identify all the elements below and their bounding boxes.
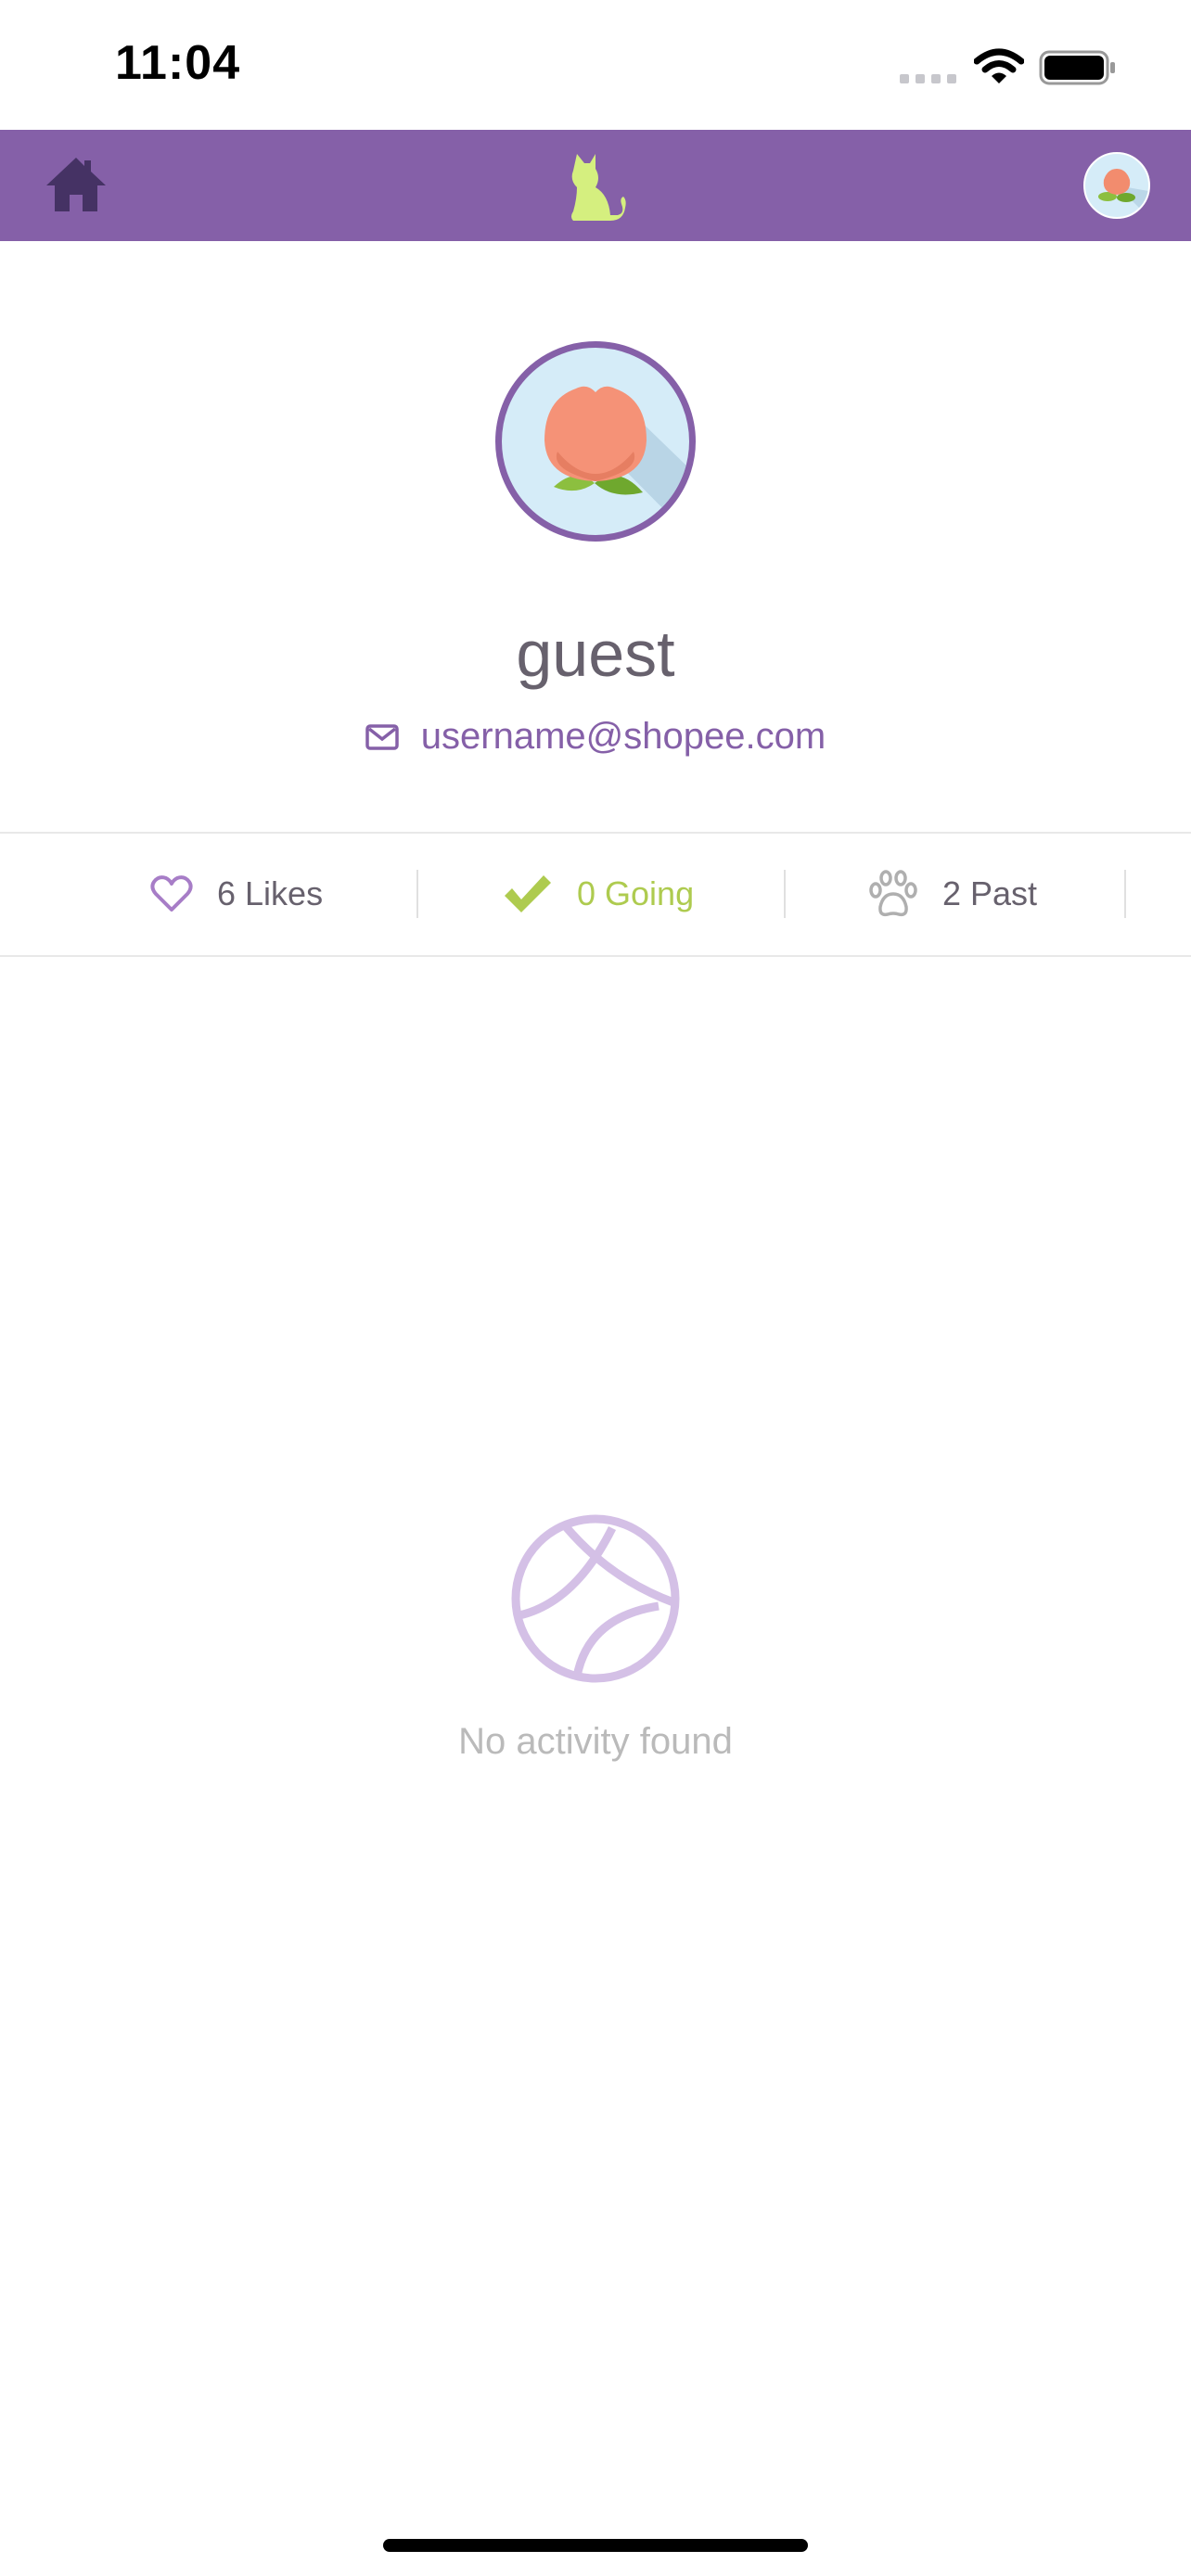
home-icon[interactable] (45, 156, 108, 213)
battery-icon (1039, 50, 1115, 85)
home-indicator[interactable] (383, 2539, 808, 2552)
paw-icon (869, 870, 917, 917)
user-avatar-button[interactable] (1083, 152, 1150, 219)
stats-divider-bottom (0, 955, 1191, 957)
profile-avatar[interactable] (495, 341, 696, 542)
likes-tab[interactable]: 6 Likes (150, 862, 323, 925)
ball-icon (511, 1514, 680, 1683)
signal-icon (900, 74, 956, 83)
profile-name: guest (516, 618, 675, 690)
stats-separator (416, 870, 418, 918)
going-label: 0 Going (577, 874, 695, 912)
mail-icon (365, 723, 399, 750)
stats-divider-top (0, 832, 1191, 834)
peach-avatar-icon (1098, 169, 1148, 217)
status-time: 11:04 (115, 36, 241, 90)
peach-avatar-icon (544, 386, 689, 535)
going-tab[interactable]: 0 Going (503, 862, 694, 925)
heart-icon (150, 875, 193, 912)
stats-separator (1124, 870, 1126, 918)
email-row[interactable]: username@shopee.com (0, 716, 1191, 758)
cat-logo-icon[interactable] (568, 150, 627, 221)
past-tab[interactable]: 2 Past (868, 862, 1037, 925)
profile-email: username@shopee.com (420, 716, 826, 757)
empty-state-message: No activity found (458, 1721, 733, 1762)
past-label: 2 Past (942, 874, 1038, 912)
nav-bar (0, 130, 1191, 241)
stats-separator (784, 870, 786, 918)
check-icon (505, 875, 551, 912)
wifi-icon (974, 48, 1024, 83)
likes-label: 6 Likes (217, 874, 324, 912)
